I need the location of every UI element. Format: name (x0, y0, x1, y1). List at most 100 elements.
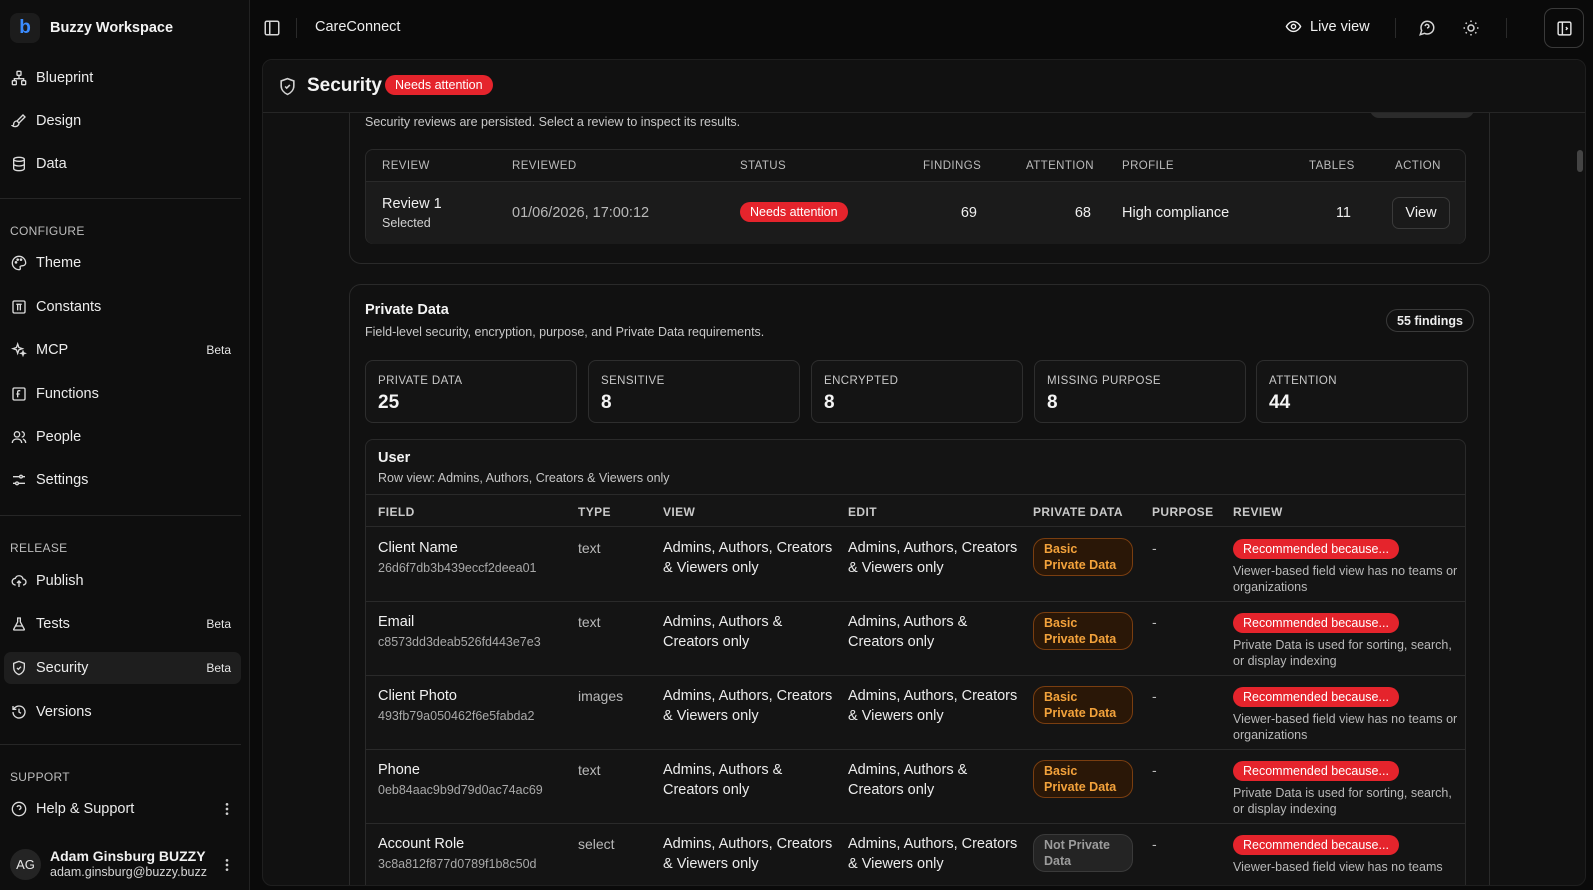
stat-value: 8 (824, 392, 835, 413)
private-data-badge: Basic Private Data (1033, 686, 1133, 724)
profile-value: High compliance (1122, 205, 1230, 221)
stat-label: PRIVATE DATA (378, 375, 463, 387)
recommendation-badge[interactable]: Recommended because... (1233, 761, 1399, 781)
table-row[interactable]: Phone 0eb84aac9b9d79d0ac74ac69 text Admi… (366, 750, 1465, 824)
sidebar-item-functions[interactable]: Functions (4, 378, 241, 410)
stat-value: 8 (601, 392, 612, 413)
shield-icon (278, 77, 297, 96)
field-name: Email (378, 614, 415, 630)
section-title: Private Data (365, 302, 449, 318)
beta-badge: Beta (206, 617, 231, 631)
reviews-table: REVIEW REVIEWED STATUS FINDINGS ATTENTIO… (365, 149, 1466, 244)
findings-badge: 55 findings (1386, 309, 1474, 332)
recommendation-reason: Viewer-based field view has no teams or … (1233, 712, 1458, 742)
field-id: 26d6f7db3b439eccf2deea01 (378, 561, 537, 575)
workspace-name: Buzzy Workspace (50, 20, 174, 36)
theme-sun-icon[interactable] (1462, 19, 1480, 37)
sidebar-item-settings[interactable]: Settings (4, 464, 241, 496)
section-label-configure: CONFIGURE (10, 224, 85, 238)
palette-icon (11, 255, 27, 271)
recommendation-badge[interactable]: Recommended because... (1233, 687, 1399, 707)
column-header: REVIEW (1233, 505, 1283, 519)
private-data-badge: Not Private Data (1033, 834, 1133, 872)
live-view-button[interactable]: Live view (1285, 18, 1370, 35)
edit-permission: Admins, Authors, Creators & Viewers only (848, 688, 1018, 724)
section-label-support: SUPPORT (10, 770, 70, 784)
page-header: Security Needs attention (263, 60, 1585, 113)
sidebar-item-constants[interactable]: Constants (4, 291, 241, 323)
status-badge: Needs attention (385, 75, 493, 95)
sidebar-item-publish[interactable]: Publish (4, 565, 241, 597)
column-header: ACTION (1395, 160, 1441, 172)
table-row[interactable]: Email c8573dd3deab526fd443e7e3 text Admi… (366, 602, 1465, 676)
sidebar-item-blueprint[interactable]: Blueprint (4, 62, 241, 94)
status-badge: Needs attention (740, 202, 848, 222)
sidebar-item-security[interactable]: Security Beta (4, 652, 241, 684)
sidebar-item-label: Publish (36, 573, 84, 589)
more-icon[interactable] (219, 801, 235, 817)
tables-count: 11 (1335, 205, 1351, 221)
sidebar-item-tests[interactable]: Tests Beta (4, 608, 241, 640)
sidebar-toggle-icon[interactable] (263, 19, 281, 37)
workspace-switcher[interactable]: b Buzzy Workspace (10, 12, 173, 44)
private-data-badge: Basic Private Data (1033, 538, 1133, 576)
table-row[interactable]: Client Photo 493fb79a050462f6e5fabda2 im… (366, 676, 1465, 750)
table-row[interactable]: Review 1 Selected 01/06/2026, 17:00:12 N… (366, 182, 1465, 244)
sidebar-item-data[interactable]: Data (4, 148, 241, 180)
table-row-view: Row view: Admins, Authors, Creators & Vi… (378, 471, 670, 485)
stat-card-private-data: PRIVATE DATA 25 (365, 360, 577, 423)
constants-icon (11, 299, 27, 315)
column-header: EDIT (848, 505, 877, 519)
fields-table: User Row view: Admins, Authors, Creators… (365, 439, 1466, 885)
view-permission: Admins, Authors, Creators & Viewers only (663, 540, 833, 576)
recommendation-badge[interactable]: Recommended because... (1233, 835, 1399, 855)
avatar: AG (10, 848, 41, 880)
field-type: images (578, 688, 624, 704)
table-row[interactable]: Account Role 3c8a812f877d0789f1b8c50d se… (366, 824, 1465, 885)
recommendation-badge[interactable]: Recommended because... (1233, 613, 1399, 633)
stat-label: ATTENTION (1269, 375, 1337, 387)
sidebar-item-mcp[interactable]: MCP Beta (4, 334, 241, 366)
people-icon (11, 429, 27, 445)
page-title: Security (307, 75, 382, 96)
sidebar-item-label: Theme (36, 255, 82, 271)
field-name: Client Photo (378, 688, 457, 704)
purpose-value: - (1152, 688, 1157, 704)
sidebar-item-versions[interactable]: Versions (4, 696, 241, 728)
sidebar-item-people[interactable]: People (4, 421, 241, 453)
sidebar-item-theme[interactable]: Theme (4, 247, 241, 279)
findings-count: 69 (960, 205, 977, 221)
user-profile[interactable]: AG Adam Ginsburg BUZZY adam.ginsburg@buz… (10, 848, 207, 880)
function-icon (11, 386, 27, 402)
sidebar-item-design[interactable]: Design (4, 105, 241, 137)
view-permission: Admins, Authors & Creators only (663, 614, 783, 650)
main-panel: Security Needs attention Security review… (262, 59, 1586, 886)
sidebar-item-label: Constants (36, 299, 102, 315)
stat-value: 44 (1269, 392, 1291, 413)
column-header: FINDINGS (923, 160, 982, 172)
sidebar-divider (0, 515, 241, 516)
review-name: Review 1 (382, 196, 442, 212)
recommendation-reason: Private Data is used for sorting, search… (1233, 638, 1452, 668)
scrollbar-thumb[interactable] (1577, 150, 1583, 172)
stat-label: ENCRYPTED (824, 375, 899, 387)
sidebar-item-label: Versions (36, 704, 92, 720)
sidebar-item-help[interactable]: Help & Support (4, 793, 241, 825)
shield-icon (11, 660, 27, 676)
view-button[interactable]: View (1392, 197, 1450, 229)
sliders-icon (11, 472, 27, 488)
beta-badge: Beta (206, 343, 231, 357)
sidebar-divider (0, 744, 241, 745)
private-data-badge: Basic Private Data (1033, 612, 1133, 650)
right-panel-toggle[interactable] (1544, 8, 1584, 48)
attention-count: 68 (1074, 205, 1091, 221)
user-menu-icon[interactable] (219, 857, 235, 873)
recommendation-badge[interactable]: Recommended because... (1233, 539, 1399, 559)
topbar: CareConnect Live view (251, 0, 1593, 56)
purpose-value: - (1152, 614, 1157, 630)
edit-permission: Admins, Authors & Creators only (848, 762, 968, 798)
sidebar-item-label: People (36, 429, 82, 445)
chat-icon[interactable] (1418, 19, 1436, 37)
field-type: select (578, 836, 615, 852)
table-row[interactable]: Client Name 26d6f7db3b439eccf2deea01 tex… (366, 528, 1465, 602)
